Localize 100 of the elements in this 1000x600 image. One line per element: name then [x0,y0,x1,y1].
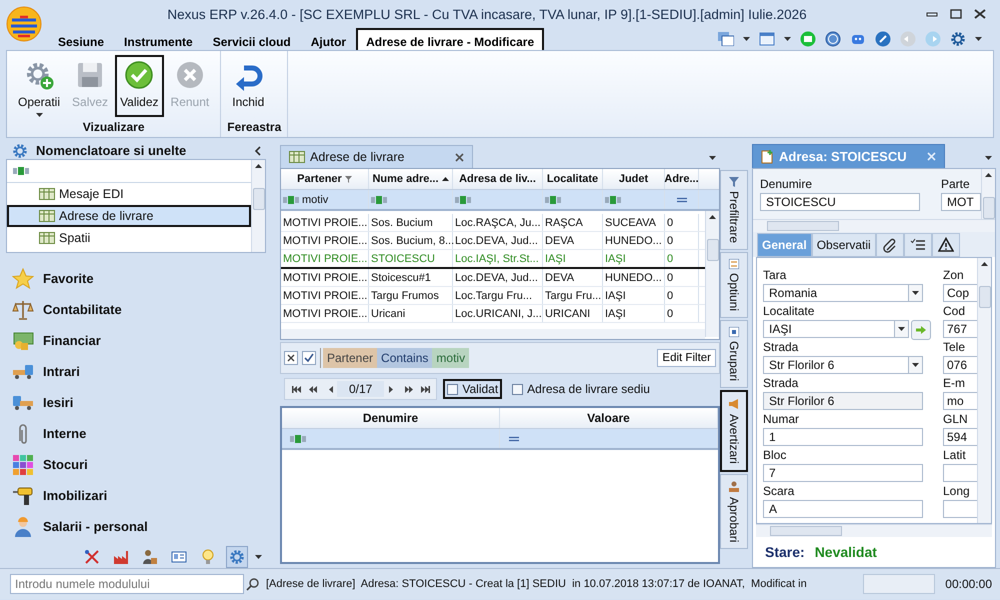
menu-tab[interactable]: Sesiune [48,28,114,50]
menu-tab[interactable]: Ajutor [300,28,356,50]
scrollbar-thumb[interactable] [706,239,718,261]
form-tab[interactable] [904,233,932,257]
module-item[interactable]: Salarii - personal [12,511,272,542]
filter-field[interactable]: Partener [323,348,378,368]
scrollbar[interactable] [251,160,265,252]
pencil-icon[interactable] [875,31,891,47]
tree-item[interactable]: Adrese de livrare [7,205,251,227]
module-item[interactable]: Imobilizari [12,480,272,511]
record-navigator[interactable]: 0/17 [284,378,438,400]
filter-value[interactable]: motiv [432,348,470,368]
option-checkbox[interactable]: Validat [443,379,502,399]
caret-icon [743,37,750,41]
side-tab[interactable]: Optiuni [720,252,748,318]
scrollbar-thumb[interactable] [770,526,842,536]
document-tab[interactable]: Adrese de livrare [280,145,472,168]
input-field[interactable]: 767 [943,320,977,338]
table-row[interactable]: MOTIVI PROIE... Sos. Bucium Loc.RAŞCA, Ju... RAŞCA SUCEAVA 0 [281,214,705,232]
table-row[interactable]: MOTIVI PROIE... Stoicescu#1 Loc.DEVA, Jud... DEVA HUNEDO... 0 [281,269,705,287]
table-row[interactable]: MOTIVI PROIE... Targu Frumos Loc.Targu Fru... Targu Fru... IAŞI 0 [281,287,705,305]
input-field[interactable]: 076 [943,356,977,374]
column-header[interactable]: Judet [603,169,665,189]
column-header[interactable]: Nume adre... [369,169,453,189]
input-field[interactable] [943,500,977,518]
settings-icon[interactable] [950,31,966,47]
close-icon[interactable] [974,9,986,19]
scrollbar-thumb[interactable] [982,197,994,219]
module-item[interactable]: Favorite [12,263,272,294]
scrollbar[interactable] [753,219,995,232]
input-field[interactable]: mo [943,392,977,410]
input-field[interactable]: 594 [943,428,977,446]
input-field[interactable] [943,464,977,482]
ribbon-button[interactable]: Validez [115,55,164,117]
scrollbar[interactable] [756,524,992,537]
side-tab[interactable]: Grupari [720,320,748,388]
side-tab[interactable]: Aprobari [720,474,748,550]
scroll-up-icon[interactable] [985,173,992,177]
edit-filter-button[interactable]: Edit Filter [657,349,716,367]
module-item[interactable]: Stocuri [12,449,272,480]
menu-tab[interactable]: Instrumente [114,28,203,50]
input-field[interactable]: A [763,500,923,518]
scrollbar[interactable] [981,169,995,219]
filter-checkbox[interactable] [302,351,316,365]
collapse-icon[interactable] [254,146,262,156]
column-header[interactable]: Partener [281,169,369,189]
input-field[interactable]: Str Florilor 6 [763,392,923,410]
form-tab[interactable]: Observatii [812,233,876,257]
scrollbar[interactable] [977,258,991,523]
menu-tab[interactable]: Adrese de livrare - Modificare [356,28,544,50]
module-item[interactable]: Financiar [12,325,272,356]
column-header[interactable]: Localitate [543,169,603,189]
go-button[interactable] [911,320,931,340]
table-cell: Sos. Bucium, 8... [369,232,453,249]
scrollbar[interactable] [705,211,719,337]
column-header[interactable]: Adresa de liv... [453,169,543,189]
help-icon[interactable] [825,31,841,47]
scrollbar-thumb[interactable] [978,286,990,308]
restore-icon[interactable] [950,9,962,19]
tree-item[interactable]: Spatii [7,227,251,249]
input-field[interactable]: Cop [943,284,977,302]
ribbon-button[interactable]: Inchid [227,55,270,117]
side-tab[interactable]: Prefiltrare [720,170,748,250]
table-row[interactable]: MOTIVI PROIE... Sos. Bucium, 8...Loc.DEVA, Jud... DEVA HUNEDO... 0 [281,232,705,250]
module-item[interactable]: Interne [12,418,272,449]
input-field[interactable]: 7 [763,464,923,482]
table-row[interactable]: MOTIVI PROIE... Uricani Loc.URICANI, J... URICANI IAŞI 0 [281,305,705,323]
column-header[interactable]: Valoare [500,408,718,428]
calendar-icon[interactable] [759,32,775,46]
input-field[interactable]: STOICESCU [760,193,920,211]
scroll-up-icon[interactable] [255,164,262,168]
status-value: Nevalidat [814,544,877,560]
input-field[interactable]: MOT [941,193,981,211]
filter-operator[interactable]: Contains [377,348,432,368]
scroll-up-icon[interactable] [709,215,716,219]
option-checkbox[interactable]: Adresa de livrare sediu [508,379,654,399]
tree-item[interactable]: Mesaje EDI [7,183,251,205]
module-search-field[interactable]: Introdu numele modulului [10,574,244,594]
column-header[interactable]: Denumire [282,408,500,428]
mail-icon[interactable] [800,31,816,47]
clear-filter-button[interactable] [284,351,298,365]
form-tab[interactable] [876,233,904,257]
table-row[interactable]: MOTIVI PROIE... STOICESCU Loc.IAŞI, Str.St... IAŞI IAŞI 0 [281,250,705,269]
ribbon-button[interactable]: Operatii [13,55,66,117]
module-item[interactable]: Iesiri [12,387,272,418]
windows-icon[interactable] [718,32,734,46]
scrollbar-thumb[interactable] [252,188,264,210]
column-header[interactable]: Adre... [665,169,699,189]
module-item[interactable]: Intrari [12,356,272,387]
scrollbar-thumb[interactable] [767,221,839,231]
scroll-up-icon[interactable] [981,262,988,266]
module-item[interactable]: Contabilitate [12,294,272,325]
input-field[interactable]: 1 [763,428,923,446]
side-tab[interactable]: Avertizari [720,390,748,472]
form-tab[interactable] [932,233,960,257]
field-label: Cod [943,304,966,318]
table-cell: Loc.DEVA, Jud... [453,232,543,249]
close-icon[interactable] [454,152,464,162]
menu-tab[interactable]: Servicii cloud [202,28,301,50]
search-icon[interactable] [246,577,260,591]
